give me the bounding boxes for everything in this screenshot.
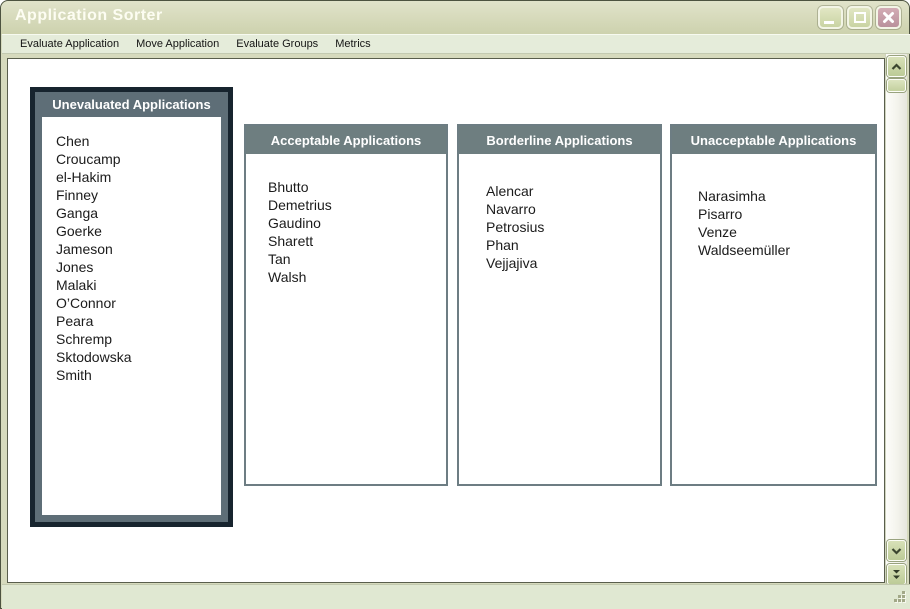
applicant-phan[interactable]: Phan — [486, 236, 660, 254]
applicant-finney[interactable]: Finney — [56, 186, 221, 204]
menu-item-evaluate-application[interactable]: Evaluate Application — [20, 38, 119, 50]
maximize-icon — [854, 12, 866, 23]
applicant-navarro[interactable]: Navarro — [486, 200, 660, 218]
applicant-tan[interactable]: Tan — [268, 250, 446, 268]
panel-unacceptable-header: Unacceptable Applications — [672, 126, 875, 154]
unevaluated-list[interactable]: ChenCroucampel-HakimFinneyGangaGoerkeJam… — [42, 117, 221, 515]
applicant-bhutto[interactable]: Bhutto — [268, 178, 446, 196]
applicant-waldseem-ller[interactable]: Waldseemüller — [698, 241, 875, 259]
panel-unacceptable: Unacceptable Applications NarasimhaPisar… — [670, 124, 877, 486]
scroll-down-button[interactable] — [887, 540, 906, 561]
menu-item-evaluate-groups[interactable]: Evaluate Groups — [236, 38, 318, 50]
chevron-up-icon — [891, 63, 902, 71]
unacceptable-list[interactable]: NarasimhaPisarroVenzeWaldseemüller — [672, 154, 875, 484]
applicant-vejjajiva[interactable]: Vejjajiva — [486, 254, 660, 272]
applicant-smith[interactable]: Smith — [56, 366, 221, 384]
applicant-demetrius[interactable]: Demetrius — [268, 196, 446, 214]
scroll-up-button[interactable] — [887, 56, 906, 77]
applicant-narasimha[interactable]: Narasimha — [698, 187, 875, 205]
borderline-list[interactable]: AlencarNavarroPetrosiusPhanVejjajiva — [459, 154, 660, 484]
applicant-sktodowska[interactable]: Sktodowska — [56, 348, 221, 366]
panel-acceptable-header: Acceptable Applications — [246, 126, 446, 154]
applicant-schremp[interactable]: Schremp — [56, 330, 221, 348]
applicant-pisarro[interactable]: Pisarro — [698, 205, 875, 223]
applicant-venze[interactable]: Venze — [698, 223, 875, 241]
panel-unevaluated: Unevaluated Applications ChenCroucampel-… — [30, 87, 233, 527]
applicant-petrosius[interactable]: Petrosius — [486, 218, 660, 236]
applicant-o-connor[interactable]: O’Connor — [56, 294, 221, 312]
window-title: Application Sorter — [15, 7, 163, 25]
scroll-fast-down-button[interactable] — [887, 564, 906, 585]
close-icon — [882, 11, 895, 24]
status-bar — [2, 584, 910, 609]
titlebar[interactable]: Application Sorter — [1, 1, 909, 34]
window-controls — [818, 6, 901, 29]
close-button[interactable] — [876, 6, 901, 29]
scrollbar-thumb[interactable] — [887, 79, 906, 92]
applicant-peara[interactable]: Peara — [56, 312, 221, 330]
main-content: Unevaluated Applications ChenCroucampel-… — [7, 58, 885, 583]
panel-acceptable: Acceptable Applications BhuttoDemetriusG… — [244, 124, 448, 486]
applicant-gaudino[interactable]: Gaudino — [268, 214, 446, 232]
applicant-alencar[interactable]: Alencar — [486, 182, 660, 200]
menu-item-metrics[interactable]: Metrics — [335, 38, 370, 50]
menu-bar: Evaluate Application Move Application Eval… — [2, 34, 910, 54]
double-chevron-down-icon — [892, 569, 901, 580]
applicant-jones[interactable]: Jones — [56, 258, 221, 276]
panel-borderline-header: Borderline Applications — [459, 126, 660, 154]
maximize-button[interactable] — [847, 6, 872, 29]
applicant-goerke[interactable]: Goerke — [56, 222, 221, 240]
applicant-chen[interactable]: Chen — [56, 132, 221, 150]
applicant-jameson[interactable]: Jameson — [56, 240, 221, 258]
applicant-walsh[interactable]: Walsh — [268, 268, 446, 286]
applicant-el-hakim[interactable]: el-Hakim — [56, 168, 221, 186]
acceptable-list[interactable]: BhuttoDemetriusGaudinoSharettTanWalsh — [246, 154, 446, 484]
vertical-scrollbar[interactable] — [885, 54, 907, 589]
minimize-icon — [824, 21, 834, 24]
menu-item-move-application[interactable]: Move Application — [136, 38, 219, 50]
minimize-button[interactable] — [818, 6, 843, 29]
applicant-croucamp[interactable]: Croucamp — [56, 150, 221, 168]
panel-borderline: Borderline Applications AlencarNavarroPe… — [457, 124, 662, 486]
applicant-sharett[interactable]: Sharett — [268, 232, 446, 250]
chevron-down-icon — [891, 547, 902, 555]
app-window: Application Sorter Evaluate Application M… — [0, 0, 910, 609]
panel-unevaluated-header: Unevaluated Applications — [35, 92, 228, 117]
resize-grip-icon[interactable] — [891, 591, 907, 605]
applicant-ganga[interactable]: Ganga — [56, 204, 221, 222]
applicant-malaki[interactable]: Malaki — [56, 276, 221, 294]
